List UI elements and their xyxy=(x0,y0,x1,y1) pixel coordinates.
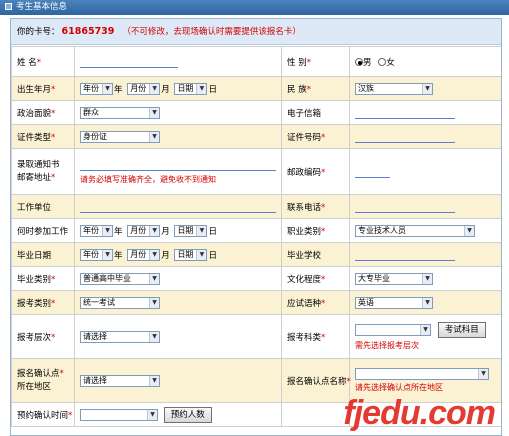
confirm-point-hint: 请先选择确认点所在地区 xyxy=(355,383,443,392)
id-type-select[interactable]: 身份证 ▼ xyxy=(80,130,160,143)
window-title: 考生基本信息 xyxy=(16,2,68,12)
form-row-work-start: 何时参加工作 年份 ▼ 年 月份 ▼ 月 日期 ▼ 日 职业类别* 专业技术人员 ▼ xyxy=(11,218,501,243)
grad-school-input[interactable] xyxy=(355,249,455,261)
phone-label: 联系电话* xyxy=(281,194,350,219)
appointment-label: 预约确认时间* xyxy=(11,402,75,427)
address-label: 录取通知书 邮寄地址* xyxy=(11,148,75,195)
confirm-area-label: 报名确认点* 所在地区 xyxy=(11,358,75,403)
address-hint: 请务必填写准确齐全，避免收不到通知 xyxy=(80,174,216,184)
education-label: 文化程度* xyxy=(281,266,350,291)
card-number-bar: 你的卡号： 61865739 （不可修改，去现场确认时需要提供该报名卡） xyxy=(11,19,501,45)
exam-subject-select[interactable]: ▼ xyxy=(355,324,431,336)
politics-select[interactable]: 群众 ▼ xyxy=(80,106,160,119)
appointment-select[interactable]: ▼ xyxy=(80,408,158,421)
exam-level-label: 报考层次* xyxy=(11,314,75,359)
postcode-label: 邮政编码* xyxy=(281,148,350,195)
gender-label: 性 别* xyxy=(281,46,350,77)
work-unit-input[interactable] xyxy=(80,201,276,213)
exam-type-select[interactable]: 统一考试 ▼ xyxy=(80,296,160,309)
grad-date-label: 毕业日期 xyxy=(11,242,75,267)
confirm-point-label: 报名确认点名称* xyxy=(281,358,351,403)
exam-level-select[interactable]: 请选择 ▼ xyxy=(80,330,160,343)
card-note: （不可修改，去现场确认时需要提供该报名卡） xyxy=(122,27,301,37)
work-start-day-select[interactable]: 日期 ▼ xyxy=(174,224,208,237)
ethnicity-label: 民 族* xyxy=(281,76,350,101)
card-prefix: 你的卡号： xyxy=(17,27,60,37)
occupation-select[interactable]: 专业技术人员 ▼ xyxy=(355,224,475,237)
gender-male-radio[interactable] xyxy=(355,58,363,66)
exam-language-select[interactable]: 英语 ▼ xyxy=(355,296,433,309)
exam-subject-hint: 需先选择报考层次 xyxy=(355,341,419,350)
email-label: 电子信箱 xyxy=(281,100,350,125)
exam-subject-label: 报考科类* xyxy=(281,314,350,359)
ethnicity-select[interactable]: 汉族 ▼ xyxy=(355,82,433,95)
form-row-work-unit: 工作单位 联系电话* xyxy=(11,194,501,219)
card-number: 61865739 xyxy=(61,26,115,37)
grad-day-select[interactable]: 日期 ▼ xyxy=(174,248,208,261)
grad-year-select[interactable]: 年份 ▼ xyxy=(80,248,113,261)
education-select[interactable]: 大专毕业 ▼ xyxy=(355,272,433,285)
work-unit-label: 工作单位 xyxy=(11,194,75,219)
exam-language-label: 应试语种* xyxy=(281,290,350,315)
occupation-label: 职业类别* xyxy=(281,218,350,243)
info-form-table: 姓 名* 性 别* 男 女 出生年月* 年份 ▼ 年 月份 ▼ 月 日期 ▼ 日 民 族* … xyxy=(11,46,501,427)
birth-label: 出生年月* xyxy=(11,76,75,101)
form-row-exam-level: 报考层次* 请选择 ▼ 报考科类* ▼ 考试科目 需先选择报考层次 xyxy=(11,314,501,359)
birth-day-select[interactable]: 日期 ▼ xyxy=(174,82,208,95)
gender-female-label: 女 xyxy=(386,57,395,68)
grad-school-label: 毕业学校 xyxy=(281,242,350,267)
address-input[interactable] xyxy=(80,159,276,171)
form-row-grad-date: 毕业日期 年份 ▼ 年 月份 ▼ 月 日期 ▼ 日 毕业学校 xyxy=(11,242,501,267)
form-row-grad-type: 毕业类别* 普通高中毕业 ▼ 文化程度* 大专毕业 ▼ xyxy=(11,266,501,291)
work-start-month-select[interactable]: 月份 ▼ xyxy=(127,224,161,237)
form-row-address: 录取通知书 邮寄地址* 请务必填写准确齐全，避免收不到通知 邮政编码* xyxy=(11,148,501,195)
name-input[interactable] xyxy=(80,56,178,68)
email-input[interactable] xyxy=(355,107,455,119)
grad-type-select[interactable]: 普通高中毕业 ▼ xyxy=(80,272,160,285)
id-number-input[interactable] xyxy=(355,131,455,143)
form-row-id: 证件类型* 身份证 ▼ 证件号码* xyxy=(11,124,501,149)
phone-input[interactable] xyxy=(355,201,455,213)
grad-month-select[interactable]: 月份 ▼ xyxy=(127,248,161,261)
form-row-exam-type: 报考类别* 统一考试 ▼ 应试语种* 英语 ▼ xyxy=(11,290,501,315)
exam-type-label: 报考类别* xyxy=(11,290,75,315)
confirm-point-select[interactable]: ▼ xyxy=(355,368,489,380)
postcode-input[interactable] xyxy=(355,166,390,178)
exam-subject-button[interactable]: 考试科目 xyxy=(437,322,486,338)
form-row-politics: 政治面貌* 群众 ▼ 电子信箱 xyxy=(11,100,501,125)
window-icon xyxy=(5,3,12,10)
id-number-label: 证件号码* xyxy=(281,124,350,149)
politics-label: 政治面貌* xyxy=(11,100,75,125)
birth-month-select[interactable]: 月份 ▼ xyxy=(127,82,161,95)
form-row-name: 姓 名* 性 别* 男 女 xyxy=(11,46,501,77)
id-type-label: 证件类型* xyxy=(11,124,75,149)
gender-male-label: 男 xyxy=(363,57,372,68)
form-row-birth: 出生年月* 年份 ▼ 年 月份 ▼ 月 日期 ▼ 日 民 族* 汉族 ▼ xyxy=(11,76,501,101)
appointment-count-button[interactable]: 预约人数 xyxy=(163,406,212,423)
confirm-area-select[interactable]: 请选择 ▼ xyxy=(80,374,160,387)
work-start-label: 何时参加工作 xyxy=(11,218,75,243)
grad-type-label: 毕业类别* xyxy=(11,266,75,291)
form-panel: 你的卡号： 61865739 （不可修改，去现场确认时需要提供该报名卡） 姓 名* … xyxy=(10,18,502,436)
work-start-year-select[interactable]: 年份 ▼ xyxy=(80,224,113,237)
name-label: 姓 名* xyxy=(11,46,75,77)
window-titlebar: 考生基本信息 xyxy=(0,0,509,15)
birth-year-select[interactable]: 年份 ▼ xyxy=(80,82,113,95)
site-watermark: fjedu.com xyxy=(343,394,496,432)
